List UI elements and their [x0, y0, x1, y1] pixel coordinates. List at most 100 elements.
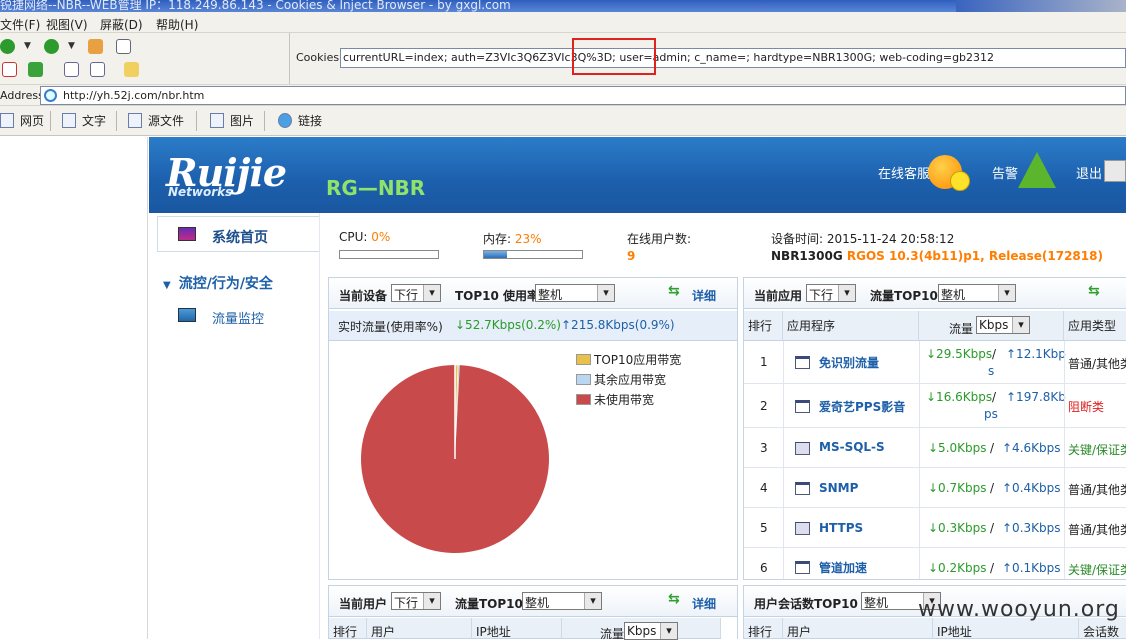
app-name[interactable]: SNMP [819, 481, 858, 495]
image-icon [210, 113, 224, 128]
table-row[interactable]: 5 HTTPS ↓0.3Kbps / ↑0.3Kbps 普通/其他类 [744, 508, 1126, 548]
refresh-icon[interactable] [28, 62, 43, 77]
app-direction-select[interactable]: 下行 [806, 284, 856, 302]
device-version: NBR1300G RGOS 10.3(4b11)p1, Release(1728… [771, 249, 1103, 263]
device-detail-link[interactable]: 详细 [692, 287, 716, 304]
back-icon[interactable] [0, 39, 15, 54]
home-icon[interactable] [88, 39, 103, 54]
online-service-link[interactable]: 在线客服 [878, 163, 930, 182]
collapse-triangle-icon: ▼ [163, 280, 171, 291]
table-row[interactable]: 3 MS-SQL-S ↓5.0Kbps / ↑4.6Kbps 关键/保证类 [744, 428, 1126, 468]
table-row[interactable]: 2 爱奇艺PPS影音 ↓16.6Kbps / ↑197.8Kb ps 阻断类 [744, 384, 1126, 428]
address-field[interactable]: http://yh.52j.com/nbr.htm [40, 86, 1126, 105]
col-user: 用户 [783, 618, 933, 639]
divider [196, 111, 197, 131]
user-panel-label: 当前用户 [339, 597, 388, 611]
col-rank: 排行 [744, 618, 783, 639]
realtime-up: ↑215.8Kbps(0.9%) [561, 318, 675, 332]
menu-block[interactable]: 屏蔽(D) [100, 16, 143, 33]
rate-sep: / [992, 347, 997, 361]
down-rate: ↓29.5Kbps [926, 347, 993, 361]
highlight-annotation [572, 38, 656, 75]
table-row[interactable]: 4 SNMP ↓0.7Kbps / ↑0.4Kbps 普通/其他类 [744, 468, 1126, 508]
app-name[interactable]: 免识别流量 [819, 354, 879, 371]
logout-icon[interactable] [1104, 160, 1126, 182]
app-type: 阻断类 [1068, 400, 1105, 414]
col-ip: IP地址 [472, 618, 562, 639]
rank: 3 [760, 441, 768, 455]
app-type: 关键/保证类 [1068, 563, 1126, 577]
save-page-icon[interactable] [64, 62, 79, 77]
server-icon [795, 522, 810, 535]
rank: 1 [760, 355, 768, 369]
app-name[interactable]: HTTPS [819, 521, 863, 535]
sidebar-item-home[interactable]: 系统首页 [157, 216, 319, 252]
stop-icon[interactable] [2, 62, 17, 77]
divider [116, 111, 117, 131]
device-direction-select[interactable]: 下行 [391, 284, 441, 302]
divider [919, 341, 920, 579]
cpu-progress-bar [339, 250, 439, 259]
col-user: 用户 [367, 618, 472, 639]
down-rate: ↓16.6Kbps [926, 390, 993, 404]
link-images[interactable]: 图片 [210, 112, 254, 129]
watermark: www.wooyun.org [918, 597, 1120, 622]
app-window-icon [795, 561, 810, 574]
alarm-link[interactable]: 告警 [992, 163, 1018, 182]
link-links[interactable]: 链接 [278, 112, 322, 129]
refresh-icon[interactable]: ⇆ [668, 591, 680, 607]
lock-icon[interactable] [124, 62, 139, 77]
copy-page-icon[interactable] [90, 62, 105, 77]
link-webpage[interactable]: 网页 [0, 112, 44, 129]
up-rate: ↑197.8Kb [1006, 390, 1066, 404]
sidebar-item-traffic-monitor[interactable]: 流量监控 [212, 308, 264, 327]
menu-file[interactable]: 文件(F) [0, 16, 40, 33]
unit-select[interactable]: Kbps [976, 316, 1030, 334]
table-row[interactable]: 1 免识别流量 ↓29.5Kbps / ↑12.1Kbp s 普通/其他类 [744, 341, 1126, 384]
legend-unused: 未使用带宽 [576, 391, 654, 408]
user-scope-select[interactable]: 整机 [522, 592, 602, 610]
down-rate: ↓0.7Kbps [928, 481, 987, 495]
refresh-icon[interactable]: ⇆ [1088, 283, 1100, 299]
menu-view[interactable]: 视图(V) [46, 16, 88, 33]
rate-sep: / [990, 561, 995, 575]
app-name[interactable]: 管道加速 [819, 559, 867, 576]
app-name[interactable]: 爱奇艺PPS影音 [819, 398, 905, 415]
back-dropdown-icon[interactable]: ▼ [24, 41, 34, 51]
link-text[interactable]: 文字 [62, 112, 106, 129]
toolbar: ▼ ▼ [0, 33, 290, 84]
down-rate: ↓5.0Kbps [928, 441, 987, 455]
link-source[interactable]: 源文件 [128, 112, 184, 129]
forward-dropdown-icon[interactable]: ▼ [68, 41, 78, 51]
up-rate: ↑0.4Kbps [1002, 481, 1061, 495]
source-icon [128, 113, 142, 128]
menu-help[interactable]: 帮助(H) [156, 16, 198, 33]
header-banner [149, 137, 1126, 213]
user-detail-link[interactable]: 详细 [692, 595, 716, 612]
device-scope-select[interactable]: 整机 [535, 284, 615, 302]
user-direction-select[interactable]: 下行 [391, 592, 441, 610]
app-scope-select[interactable]: 整机 [938, 284, 1016, 302]
app-window-icon [795, 400, 810, 413]
up-rate: ↑4.6Kbps [1002, 441, 1061, 455]
logout-link[interactable]: 退出 [1076, 163, 1102, 182]
down-rate: ↓0.3Kbps [928, 521, 987, 535]
unit-select[interactable]: Kbps [624, 622, 678, 640]
app-window-icon [795, 356, 810, 369]
app-name[interactable]: MS-SQL-S [819, 440, 885, 454]
user-top-label: 流量TOP10 [455, 597, 523, 611]
cpu-stat: CPU: 0% [339, 230, 391, 244]
service-smiley-small-icon [950, 171, 970, 191]
left-blank-pane [0, 137, 148, 639]
sidebar-section-flow-security[interactable]: ▼ 流控/行为/安全 [163, 273, 273, 293]
server-icon [795, 442, 810, 455]
refresh-icon[interactable]: ⇆ [668, 283, 680, 299]
forward-icon[interactable] [44, 39, 59, 54]
cookie-field[interactable]: currentURL=index; auth=Z3VIc3Q6Z3VIc3Q%3… [340, 48, 1126, 68]
menu-bar: 文件(F) 视图(V) 屏蔽(D) 帮助(H) [0, 12, 1126, 33]
col-rank: 排行 [329, 618, 367, 639]
bandwidth-pie-chart [361, 364, 549, 553]
table-row[interactable]: 6 管道加速 ↓0.2Kbps / ↑0.1Kbps 关键/保证类 [744, 548, 1126, 579]
alarm-triangle-icon[interactable] [1018, 152, 1056, 188]
new-page-icon[interactable] [116, 39, 131, 54]
